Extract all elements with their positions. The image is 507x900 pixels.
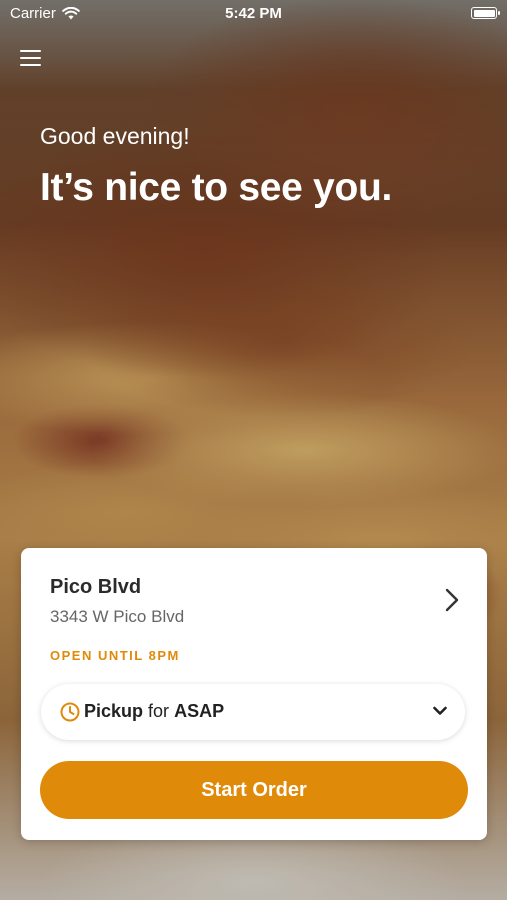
battery-level: [473, 9, 495, 17]
status-bar: Carrier 5:42 PM: [0, 0, 507, 28]
location-address: 3343 W Pico Blvd: [50, 607, 185, 626]
open-hours-status: OPEN UNTIL 8PM: [50, 648, 180, 663]
status-time: 5:42 PM: [225, 5, 282, 22]
location-card: Pico Blvd 3343 W Pico Blvd OPEN UNTIL 8P…: [21, 548, 487, 840]
hamburger-menu-icon[interactable]: [20, 48, 42, 68]
order-mode-type: Pickup: [84, 701, 144, 721]
order-mode-dropdown[interactable]: Pickup for ASAP: [41, 684, 465, 740]
clock-icon: [60, 702, 80, 722]
order-mode-connector: for: [148, 701, 170, 721]
location-selector[interactable]: Pico Blvd 3343 W Pico Blvd: [21, 548, 487, 658]
chevron-right-icon: [445, 588, 459, 612]
greeting-text: Good evening!: [40, 123, 190, 149]
location-name: Pico Blvd: [50, 576, 142, 598]
order-mode-text: Pickup for ASAP: [84, 701, 224, 722]
battery-icon: [471, 7, 500, 19]
welcome-headline: It’s nice to see you.: [40, 166, 393, 209]
start-order-button[interactable]: Start Order: [40, 761, 468, 819]
order-mode-time: ASAP: [174, 701, 225, 721]
chevron-down-icon: [433, 706, 447, 715]
